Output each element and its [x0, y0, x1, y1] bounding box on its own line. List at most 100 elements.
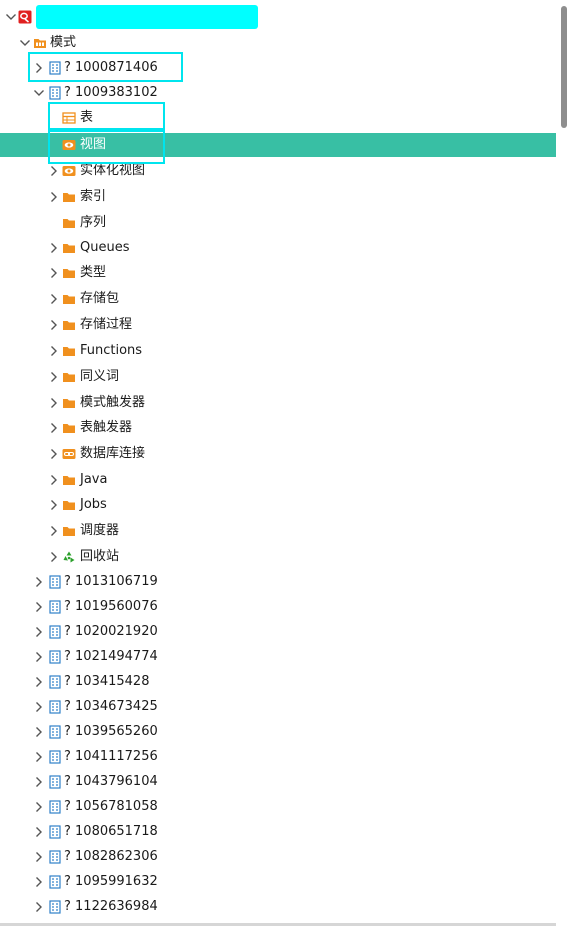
tree-node-label: 存储包 [80, 291, 120, 306]
tree-node-schema[interactable]: ? 1000871406 [0, 56, 556, 80]
chevron-right-icon[interactable] [32, 875, 46, 889]
schema-icon [48, 800, 62, 814]
chevron-right-icon[interactable] [32, 575, 46, 589]
tree-node-folder[interactable]: Queues [0, 236, 556, 260]
dblink-icon [62, 447, 76, 461]
tree-node-object[interactable]: 视图 [0, 133, 556, 157]
view-icon [62, 164, 76, 178]
chevron-right-icon[interactable] [47, 344, 61, 358]
tree-node-label: 模式 [50, 35, 77, 50]
schema-icon [48, 700, 62, 714]
chevron-right-icon[interactable] [47, 292, 61, 306]
chevron-right-icon[interactable] [47, 421, 61, 435]
tree-node-schema[interactable]: ? 1041117256 [0, 745, 556, 769]
tree-node-schema[interactable]: ? 1009383102 [0, 81, 556, 105]
view-icon [62, 138, 76, 152]
tree-node-label: ? 1021494774 [64, 649, 158, 664]
chevron-right-icon[interactable] [47, 164, 61, 178]
chevron-right-icon[interactable] [47, 498, 61, 512]
chevron-right-icon[interactable] [47, 473, 61, 487]
tree-node-label: 模式触发器 [80, 395, 146, 410]
chevron-right-icon[interactable] [32, 61, 46, 75]
tree-node-schema[interactable]: ? 1080651718 [0, 820, 556, 844]
tree-node-label: ? 1041117256 [64, 749, 158, 764]
tree-node-label: ? 1122636984 [64, 899, 158, 914]
folder-icon [62, 318, 76, 332]
chevron-right-icon[interactable] [32, 900, 46, 914]
tree-node-label: 调度器 [80, 523, 120, 538]
tree-node-folder[interactable]: Functions [0, 339, 556, 363]
tree-node-folder[interactable]: 索引 [0, 185, 556, 209]
tree-node-folder[interactable]: 序列 [0, 211, 556, 235]
tree-node-folder[interactable]: 模式触发器 [0, 391, 556, 415]
chevron-right-icon[interactable] [32, 775, 46, 789]
chevron-down-icon[interactable] [4, 10, 18, 24]
schema-icon [48, 750, 62, 764]
tree-node-schema[interactable]: ? 1021494774 [0, 645, 556, 669]
scrollbar-thumb[interactable] [561, 6, 567, 128]
tree-node-schema[interactable]: ? 1020021920 [0, 620, 556, 644]
chevron-right-icon[interactable] [47, 241, 61, 255]
tree-node-label: ? 1080651718 [64, 824, 158, 839]
tree-node-folder[interactable]: 调度器 [0, 519, 556, 543]
tree-node-schema[interactable]: ? 1013106719 [0, 570, 556, 594]
tree-node-label: Java [80, 472, 108, 487]
chevron-right-icon[interactable] [47, 550, 61, 564]
schema-icon [48, 875, 62, 889]
chevron-right-icon[interactable] [32, 700, 46, 714]
tree-node-label: ? 1009383102 [64, 85, 158, 100]
chevron-right-icon[interactable] [32, 650, 46, 664]
schema-icon [48, 775, 62, 789]
tree-node-schema[interactable]: ? 1043796104 [0, 770, 556, 794]
tree-node-object[interactable]: 表 [0, 106, 556, 130]
folder-icon [62, 396, 76, 410]
tree-node-folder[interactable]: 存储包 [0, 287, 556, 311]
chevron-right-icon[interactable] [47, 396, 61, 410]
tree-node-schema[interactable]: ? 1082862306 [0, 845, 556, 869]
chevron-right-icon[interactable] [47, 524, 61, 538]
chevron-right-icon[interactable] [47, 370, 61, 384]
tree-node-schema[interactable]: ? 103415428 [0, 670, 556, 694]
folder-icon [62, 266, 76, 280]
tree-node-schema[interactable]: ? 1056781058 [0, 795, 556, 819]
tree-node-object[interactable]: 数据库连接 [0, 442, 556, 466]
vertical-scrollbar[interactable] [556, 0, 572, 926]
tree-node-folder[interactable]: 存储过程 [0, 313, 556, 337]
tree-node-schema[interactable]: ? 1095991632 [0, 870, 556, 894]
schema-icon [48, 575, 62, 589]
object-tree[interactable]: 模式 ? 1000871406 ? 1009383102 表视图 实体化视图 索引 序列 Qu… [0, 0, 556, 926]
chevron-right-icon[interactable] [32, 750, 46, 764]
tree-node-object[interactable]: 实体化视图 [0, 159, 556, 183]
tree-node-label: 同义词 [80, 369, 120, 384]
chevron-right-icon[interactable] [47, 318, 61, 332]
schema-icon [48, 725, 62, 739]
tree-node-label: ? 1034673425 [64, 699, 158, 714]
chevron-right-icon[interactable] [47, 447, 61, 461]
chevron-right-icon[interactable] [47, 190, 61, 204]
tree-node-schema[interactable]: ? 1019560076 [0, 595, 556, 619]
chevron-right-icon[interactable] [32, 825, 46, 839]
chevron-right-icon[interactable] [32, 850, 46, 864]
tree-node-folder[interactable]: 类型 [0, 261, 556, 285]
tree-node-folder[interactable]: 表触发器 [0, 416, 556, 440]
tree-node-schema[interactable]: ? 1122636984 [0, 895, 556, 919]
chevron-down-icon[interactable] [18, 36, 32, 50]
chevron-right-icon[interactable] [47, 266, 61, 280]
tree-node-label: 表 [80, 110, 94, 125]
tree-node-schema[interactable]: ? 1034673425 [0, 695, 556, 719]
tree-node-object[interactable]: 回收站 [0, 545, 556, 569]
tree-node-label: 回收站 [80, 549, 120, 564]
tree-node-schema[interactable]: ? 1039565260 [0, 720, 556, 744]
tree-node-folder[interactable]: 同义词 [0, 365, 556, 389]
chevron-right-icon[interactable] [32, 600, 46, 614]
tree-node-label: Queues [80, 240, 130, 255]
chevron-right-icon[interactable] [32, 725, 46, 739]
tree-node-folder[interactable]: Java [0, 468, 556, 492]
chevron-right-icon[interactable] [32, 625, 46, 639]
chevron-right-icon[interactable] [32, 675, 46, 689]
tree-node-folder[interactable]: Jobs [0, 493, 556, 517]
chevron-right-icon[interactable] [32, 800, 46, 814]
chevron-down-icon[interactable] [32, 86, 46, 100]
tree-node-schemas[interactable]: 模式 [0, 31, 556, 55]
schema-icon [48, 650, 62, 664]
